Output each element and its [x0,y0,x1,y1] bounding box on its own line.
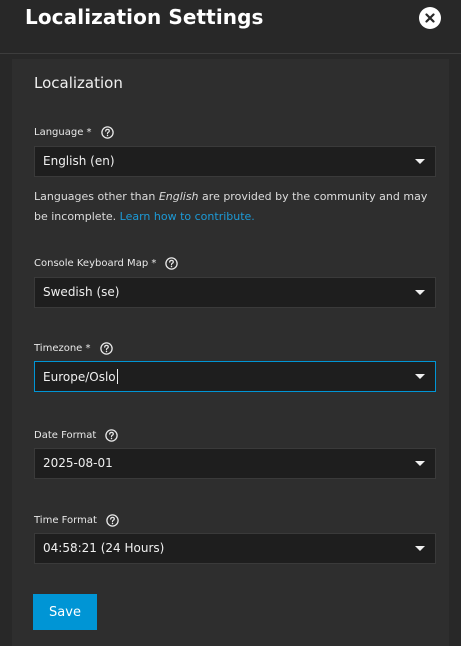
timezone-label-row: Timezone * [34,340,113,356]
chevron-down-icon [415,290,425,295]
time-format-value: 04:58:21 (24 Hours) [43,541,165,555]
language-label-row: Language * [34,124,114,140]
date-format-label: Date Format [34,429,97,441]
localization-card: Localization Language * English (en) Lan… [12,59,449,646]
date-format-select[interactable]: 2025-08-01 [34,448,436,479]
chevron-down-icon [415,546,425,551]
language-select[interactable]: English (en) [34,146,436,177]
dialog-title: Localization Settings [25,5,264,29]
help-icon[interactable] [165,256,179,270]
help-icon[interactable] [99,341,113,355]
text-cursor [116,369,118,384]
language-hint: Languages other than English are provide… [34,187,434,227]
timezone-select[interactable]: Europe/Oslo [34,361,436,392]
chevron-down-icon [415,374,425,379]
timezone-value-wrap: Europe/Oslo [43,369,118,384]
language-value: English (en) [43,154,115,168]
help-icon[interactable] [100,125,114,139]
save-button[interactable]: Save [33,594,97,630]
help-icon[interactable] [105,428,119,442]
help-icon[interactable] [106,513,119,527]
chevron-down-icon [415,461,425,466]
close-icon [425,13,435,23]
time-format-label-row: Time Format [34,512,119,528]
language-label: Language * [34,126,92,138]
hint-prefix: Languages other than [34,190,159,203]
date-format-label-row: Date Format [34,427,119,443]
time-format-select[interactable]: 04:58:21 (24 Hours) [34,533,436,564]
date-format-value: 2025-08-01 [43,456,113,470]
keyboard-label: Console Keyboard Map * [34,257,157,269]
timezone-value: Europe/Oslo [43,370,116,384]
card-title: Localization [34,74,123,92]
time-format-label: Time Format [34,514,97,526]
dialog-header: Localization Settings [0,0,461,54]
chevron-down-icon [415,159,425,164]
contribute-link[interactable]: Learn how to contribute. [120,210,255,223]
close-button[interactable] [419,7,441,29]
hint-emphasis: English [158,190,199,203]
keyboard-select[interactable]: Swedish (se) [34,277,436,308]
timezone-label: Timezone * [34,342,91,354]
keyboard-value: Swedish (se) [43,285,120,299]
keyboard-label-row: Console Keyboard Map * [34,255,179,271]
